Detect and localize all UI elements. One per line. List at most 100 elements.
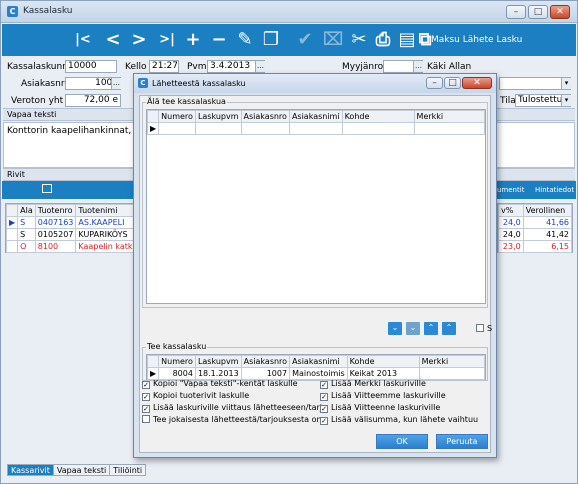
option-checkbox[interactable]: ✓ Kopioi "Vapaa teksti"-kentät laskulle [142, 379, 298, 390]
close-button[interactable]: ✕ [550, 5, 570, 19]
column-header[interactable]: Kohde [346, 355, 420, 368]
first-record-button[interactable]: |< [72, 29, 94, 51]
move-down-all-button[interactable]: ⌄ [388, 322, 402, 335]
column-header[interactable]: Tuotenro [34, 204, 77, 217]
tools-button[interactable]: ✂ [348, 29, 370, 51]
cancel-button[interactable]: ⌧ [322, 29, 344, 51]
date-picker-button[interactable]: … [255, 61, 265, 72]
save-button[interactable]: ✔ [294, 29, 316, 51]
tab-3[interactable]: Tiliöinti [109, 464, 147, 476]
window-icon[interactable] [42, 184, 52, 193]
ok-button[interactable]: OK [376, 434, 428, 449]
table-cell[interactable] [240, 122, 290, 135]
pay-send-invoice-label[interactable]: Maksu Lähete Lasku [431, 35, 522, 45]
table-row[interactable]: 24,0 41,42 [498, 228, 573, 241]
column-header[interactable]: Laskupvm [194, 110, 242, 123]
table-cell[interactable] [413, 122, 486, 135]
column-header[interactable]: Asiakasnimi [288, 110, 343, 123]
option-label: Tee jokaisesta lähetteestä/tarjouksesta … [153, 415, 325, 424]
minimize-button[interactable]: – [506, 5, 526, 19]
move-up-all-button[interactable]: ⌃ [442, 322, 456, 335]
maximize-button[interactable]: □ [528, 5, 548, 19]
select-all-box[interactable] [476, 324, 484, 332]
row-product-name: Kaapelin katk [75, 240, 136, 253]
table-row[interactable]: 24,0 41,66 [498, 216, 573, 229]
time-field[interactable]: 21:27 [149, 60, 179, 73]
option-checkbox[interactable]: ✓ Lisää laskuriville viittaus lähetteesee… [142, 403, 327, 414]
documents-button[interactable]: umentit [497, 186, 524, 194]
cell-number: 8004 [158, 367, 196, 380]
column-header[interactable]: Numero [158, 110, 196, 123]
delete-button[interactable]: − [208, 29, 230, 51]
column-header[interactable]: Tuotenimi [75, 204, 136, 217]
customer-picker-button[interactable]: … [111, 78, 121, 89]
table-cell[interactable] [341, 122, 415, 135]
copy-button[interactable]: ❐ [260, 29, 282, 51]
row-product-code: 0105207 [34, 228, 77, 241]
table-row[interactable]: ▶ S 0407163 AS.KAAPELI [5, 216, 136, 229]
cell-date: 18.1.2013 [194, 367, 242, 380]
column-header[interactable]: Merkki [413, 110, 486, 123]
checkbox-box[interactable]: ✓ [320, 393, 328, 401]
dialog-maximize-button[interactable]: □ [444, 77, 461, 89]
column-header[interactable]: Ala [17, 204, 36, 217]
dialog-close-button[interactable]: ✕ [462, 77, 492, 89]
seller-picker-button[interactable]: … [413, 61, 423, 72]
column-header[interactable]: Numero [158, 355, 196, 368]
add-button[interactable]: + [182, 29, 204, 51]
table-row[interactable]: S 0105207 KUPARIKÖYS [5, 228, 136, 241]
column-header[interactable]: Merkki [418, 355, 486, 368]
option-checkbox[interactable]: ✓ Lisää Viitteenne laskuriville [320, 403, 440, 414]
column-header[interactable]: Verollinen [522, 204, 573, 217]
option-checkbox[interactable]: Tee jokaisesta lähetteestä/tarjouksesta … [142, 415, 324, 426]
move-up-button[interactable]: ⌃ [424, 322, 438, 335]
column-header[interactable]: Kohde [341, 110, 415, 123]
select-all-checkbox[interactable]: S [476, 324, 492, 335]
customer-extra-dropdown[interactable]: ▾ [561, 78, 571, 89]
checkbox-box[interactable]: ✓ [320, 381, 328, 389]
option-checkbox[interactable]: ✓ Lisää välisumma, kun lähete vaihtuu [320, 415, 478, 426]
checkbox-box[interactable]: ✓ [142, 393, 150, 401]
last-record-button[interactable]: >| [156, 29, 178, 51]
table-cell[interactable] [158, 122, 196, 135]
row-marker [5, 240, 19, 253]
checkbox-box[interactable]: ✓ [320, 417, 328, 425]
column-header[interactable]: Asiakasnro [240, 110, 290, 123]
checkbox-box[interactable]: ✓ [320, 405, 328, 413]
move-down-button[interactable]: ⌄ [406, 322, 420, 335]
edit-button[interactable]: ✎ [234, 29, 256, 51]
option-checkbox[interactable]: ✓ Lisää Merkki laskuriville [320, 379, 426, 390]
invoice-no-label: Kassalaskunro [7, 62, 72, 72]
dialog: C Lähetteestä kassalasku – □ ✕ Älä tee k… [133, 73, 497, 458]
tab-1[interactable]: Kassarivit [7, 464, 54, 476]
copies-button[interactable]: ⧉ [414, 29, 436, 51]
option-checkbox[interactable]: ✓ Lisää Viitteemme laskuriville [320, 391, 446, 402]
table-cell[interactable] [194, 122, 242, 135]
tab-2[interactable]: Vapaa teksti [52, 464, 111, 476]
column-header[interactable]: Laskupvm [194, 355, 242, 368]
status-label: Tila [500, 96, 516, 106]
table-row[interactable]: O 8100 Kaapelin katk [5, 240, 136, 253]
column-header[interactable]: Asiakasnro [240, 355, 291, 368]
row-product-code: 0407163 [34, 216, 77, 229]
price-info-button[interactable]: Hintatiedot [535, 186, 574, 194]
cancel-dialog-button[interactable]: Peruuta [436, 434, 488, 449]
table-row[interactable]: ▶ 8004 18.1.2013 1007 Mainostoimis Keikat 201… [146, 367, 486, 380]
checkbox-box[interactable]: ✓ [142, 381, 150, 389]
print-button[interactable]: ⎙ [372, 29, 394, 51]
column-header[interactable]: v% [498, 204, 524, 217]
table-cell[interactable] [288, 122, 343, 135]
next-record-button[interactable]: > [128, 29, 150, 51]
table-row[interactable]: ▶ [146, 122, 486, 135]
status-dropdown-arrow[interactable]: ▾ [561, 95, 571, 106]
tax-free-total-field: 72,00 e [65, 94, 121, 107]
invoice-no-field[interactable]: 10000 [65, 60, 117, 73]
column-header[interactable]: Asiakasnimi [289, 355, 348, 368]
dialog-minimize-button[interactable]: – [426, 77, 443, 89]
previous-record-button[interactable]: < [102, 29, 124, 51]
checkbox-box[interactable]: ✓ [142, 405, 150, 413]
table-row[interactable]: 23,0 6,15 [498, 240, 573, 253]
checkbox-box[interactable] [142, 415, 150, 423]
target-table: Numero Laskupvm Asiakasnro Asiakasnimi Kohde… [146, 355, 486, 380]
option-checkbox[interactable]: ✓ Kopioi tuoterivit laskulle [142, 391, 249, 402]
